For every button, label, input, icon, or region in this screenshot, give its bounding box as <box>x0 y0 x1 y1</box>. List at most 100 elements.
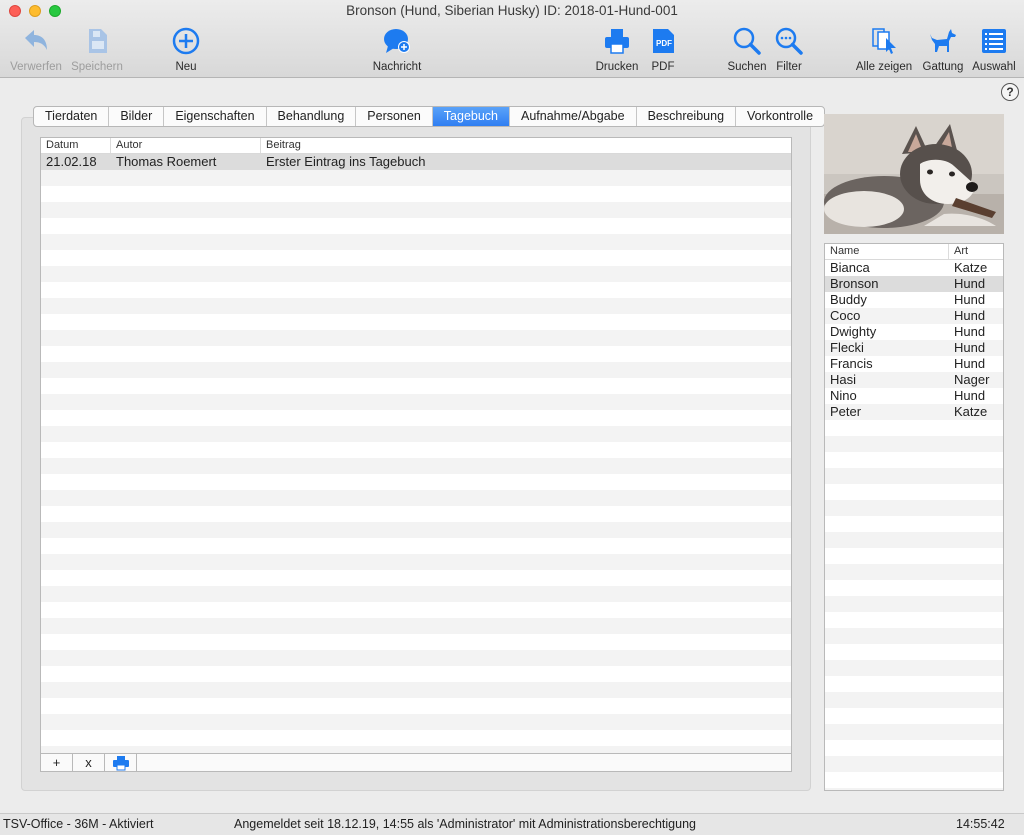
pdf-document-icon: PDF <box>653 29 674 53</box>
diary-table-body <box>41 154 791 753</box>
undo-arrow-icon <box>25 30 47 50</box>
plus-circle-icon <box>172 27 200 55</box>
list-item[interactable]: Peter Katze <box>825 404 1003 420</box>
neu-button[interactable]: Neu <box>164 26 208 74</box>
suchen-label: Suchen <box>727 61 767 73</box>
verwerfen-label: Verwerfen <box>10 61 62 73</box>
nachricht-button[interactable]: Nachricht <box>368 26 426 74</box>
pdf-button[interactable]: PDF PDF <box>646 26 680 74</box>
filter-search-icon <box>775 27 803 55</box>
printer-icon <box>112 756 129 771</box>
neu-label: Neu <box>175 61 197 73</box>
cell-name: Hasi <box>830 372 857 387</box>
tab-personen[interactable]: Personen <box>356 107 433 126</box>
status-clock: 14:55:42 <box>956 817 1005 831</box>
gattung-label: Gattung <box>922 61 964 73</box>
tab-behandlung[interactable]: Behandlung <box>267 107 357 126</box>
alle-zeigen-button[interactable]: Alle zeigen <box>854 26 914 74</box>
print-entry-button[interactable] <box>105 754 137 771</box>
animal-photo <box>824 114 1004 234</box>
cell-art: Hund <box>954 356 986 371</box>
list-selection-icon <box>982 29 1006 53</box>
auswahl-button[interactable]: Auswahl <box>970 26 1018 74</box>
cell-art: Hund <box>954 292 986 307</box>
column-header-beitrag[interactable]: Beitrag <box>261 138 791 153</box>
verwerfen-button[interactable]: Verwerfen <box>8 26 64 74</box>
cell-name: Flecki <box>830 340 864 355</box>
dog-silhouette-icon <box>930 29 956 52</box>
svg-text:PDF: PDF <box>656 39 672 48</box>
cell-name: Buddy <box>830 292 867 307</box>
remove-entry-button[interactable]: x <box>73 754 105 771</box>
list-item[interactable]: Francis Hund <box>825 356 1003 372</box>
animal-list[interactable]: Name Art Bianca Katze Bronson Hund Buddy Hund… <box>824 243 1004 791</box>
cell-art: Hund <box>954 324 986 339</box>
cell-name: Coco <box>830 308 861 323</box>
cell-name: Bronson <box>830 276 879 291</box>
cell-name: Dwighty <box>830 324 877 339</box>
diary-table-footer: + x <box>40 753 792 772</box>
cell-art: Hund <box>954 308 986 323</box>
list-item[interactable]: Nino Hund <box>825 388 1003 404</box>
list-item[interactable]: Bianca Katze <box>825 260 1003 276</box>
message-bubble-icon <box>384 29 410 53</box>
list-item[interactable]: Flecki Hund <box>825 340 1003 356</box>
cell-art: Katze <box>954 260 988 275</box>
status-bar: TSV-Office - 36M - Aktiviert Angemeldet … <box>0 813 1024 835</box>
cell-name: Francis <box>830 356 873 371</box>
alle-zeigen-label: Alle zeigen <box>855 61 913 73</box>
add-entry-button[interactable]: + <box>41 754 73 771</box>
list-item[interactable]: Bronson Hund <box>825 276 1003 292</box>
cell-datum: 21.02.18 <box>46 154 97 169</box>
window-titlebar: Bronson (Hund, Siberian Husky) ID: 2018-… <box>0 0 1024 78</box>
help-button[interactable]: ? <box>1001 83 1019 101</box>
auswahl-label: Auswahl <box>972 61 1016 73</box>
husky-photo-illustration <box>824 114 1004 234</box>
list-item[interactable]: Dwighty Hund <box>825 324 1003 340</box>
tab-tagebuch[interactable]: Tagebuch <box>432 107 511 126</box>
table-row[interactable]: 21.02.18 Thomas Roemert Erster Eintrag ins… <box>41 154 791 170</box>
column-header-datum[interactable]: Datum <box>41 138 111 153</box>
status-login-info: Angemeldet seit 18.12.19, 14:55 als 'Adm… <box>234 817 696 831</box>
tab-vorkontrolle[interactable]: Vorkontrolle <box>736 107 824 126</box>
gattung-button[interactable]: Gattung <box>920 26 966 74</box>
search-icon <box>733 27 761 55</box>
cell-autor: Thomas Roemert <box>116 154 217 169</box>
tab-aufnahme-abgabe[interactable]: Aufnahme/Abgabe <box>510 107 637 126</box>
speichern-label: Speichern <box>71 61 123 73</box>
pdf-label: PDF <box>651 61 675 73</box>
nachricht-label: Nachricht <box>372 61 422 73</box>
cell-name: Nino <box>830 388 857 403</box>
drucken-label: Drucken <box>595 61 639 73</box>
diary-table-header: Datum Autor Beitrag <box>41 138 791 154</box>
tab-bilder[interactable]: Bilder <box>109 107 165 126</box>
column-header-name[interactable]: Name <box>825 244 949 259</box>
list-item[interactable]: Coco Hund <box>825 308 1003 324</box>
cell-art: Hund <box>954 388 986 403</box>
tab-bar: Tierdaten Bilder Eigenschaften Behandlung Pe… <box>33 106 826 127</box>
cell-art: Hund <box>954 276 986 291</box>
column-header-art[interactable]: Art <box>949 244 1003 259</box>
animal-list-header: Name Art <box>825 244 1003 260</box>
speichern-button[interactable]: Speichern <box>68 26 126 74</box>
cell-name: Peter <box>830 404 862 419</box>
save-document-icon <box>89 29 107 53</box>
filter-label: Filter <box>776 61 802 73</box>
list-item[interactable]: Buddy Hund <box>825 292 1003 308</box>
diary-table[interactable]: Datum Autor Beitrag 21.02.18 Thomas Roeme… <box>40 137 792 754</box>
tab-eigenschaften[interactable]: Eigenschaften <box>164 107 267 126</box>
tab-tierdaten[interactable]: Tierdaten <box>34 107 110 126</box>
cell-art: Hund <box>954 340 986 355</box>
printer-icon <box>605 29 629 54</box>
drucken-button[interactable]: Drucken <box>594 26 640 74</box>
status-license: TSV-Office - 36M - Aktiviert <box>3 817 154 831</box>
column-header-autor[interactable]: Autor <box>111 138 261 153</box>
cell-art: Katze <box>954 404 988 419</box>
suchen-button[interactable]: Suchen <box>726 26 768 74</box>
window-title: Bronson (Hund, Siberian Husky) ID: 2018-… <box>346 3 678 18</box>
filter-button[interactable]: Filter <box>774 26 804 74</box>
cell-art: Nager <box>954 372 990 387</box>
list-item[interactable]: Hasi Nager <box>825 372 1003 388</box>
cell-beitrag: Erster Eintrag ins Tagebuch <box>266 154 426 169</box>
tab-beschreibung[interactable]: Beschreibung <box>637 107 737 126</box>
